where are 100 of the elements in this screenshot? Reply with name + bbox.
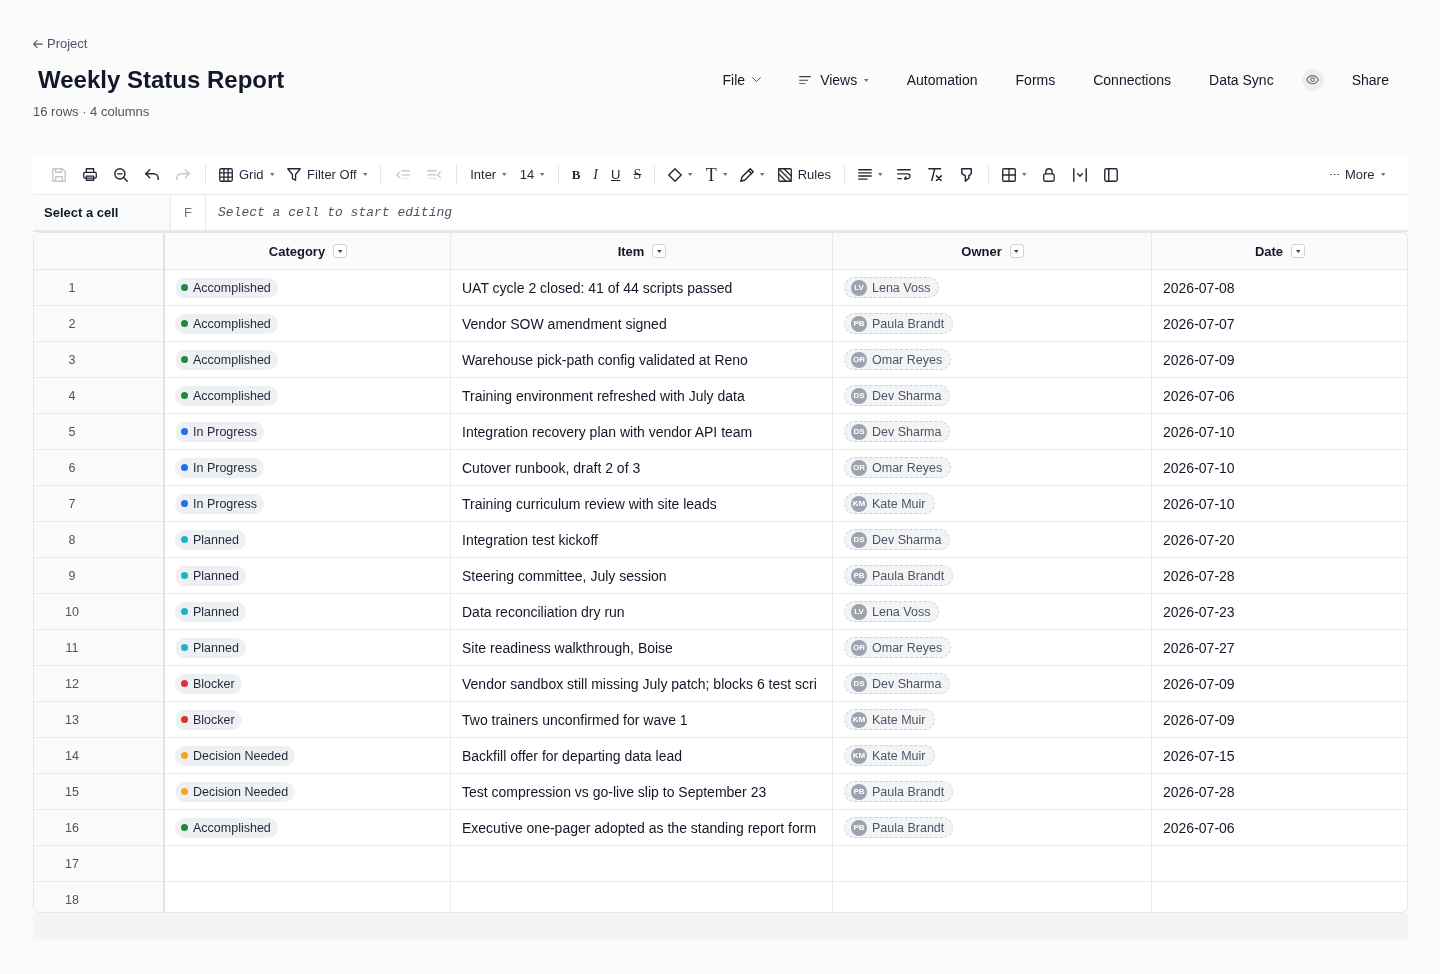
table-cell: Integration recovery plan with vendor API team (451, 414, 833, 450)
status-label: Accomplished (193, 388, 271, 403)
avatar-initials: DS (851, 387, 867, 404)
row-number: 8 (68, 532, 76, 547)
table-cell: 2026-07-28 (1152, 774, 1407, 810)
caret-icon (540, 173, 545, 176)
avatar-initials: LV (851, 279, 867, 296)
owner-name: Omar Reyes (872, 640, 943, 655)
caret-icon (337, 249, 343, 253)
owner-name: Omar Reyes (872, 460, 943, 475)
caret-icon (657, 249, 662, 253)
status-label: Decision Needed (193, 748, 289, 763)
rules-button[interactable]: Rules (772, 160, 836, 189)
font-family-dropdown[interactable]: Inter (465, 160, 512, 189)
owner-name: Dev Sharma (872, 424, 942, 439)
nav-link[interactable]: Forms (996, 65, 1075, 95)
table-cell: Integration test kickoff (451, 522, 833, 558)
italic-button[interactable]: I (588, 160, 603, 189)
caret-icon (864, 78, 869, 82)
table-cell: Vendor sandbox still missing July patch; blocks 6 test scri (451, 666, 833, 702)
nav-link[interactable]: Connections (1074, 65, 1191, 95)
padlock-icon (1043, 167, 1055, 182)
table-cell: Test compression vs go-live slip to September 23 (451, 774, 833, 810)
table-cell: Site readiness walkthrough, Boise (451, 630, 833, 666)
highlighter-icon (960, 167, 972, 182)
status-label: Blocker (193, 712, 235, 727)
row-number: 9 (68, 568, 76, 583)
column-menu-button[interactable] (333, 244, 348, 258)
table-cell: Steering committee, July session (451, 558, 833, 594)
caret-icon (502, 173, 507, 176)
nav-menu-button[interactable]: Views (780, 65, 888, 95)
caret-icon (1022, 173, 1027, 176)
font-size-dropdown[interactable]: 14 (514, 160, 550, 189)
table-cell: Cutover runbook, draft 2 of 3 (451, 450, 833, 486)
back-link[interactable]: Project (33, 35, 88, 53)
side-panel-icon (1103, 167, 1118, 182)
avatar-initials: KM (851, 747, 867, 764)
table-cell: 2026-07-08 (1152, 270, 1407, 306)
status-label: Decision Needed (193, 784, 289, 799)
owner-name: Kate Muir (872, 496, 926, 511)
column-menu-button[interactable] (1009, 244, 1024, 258)
column-menu-button[interactable] (1291, 244, 1306, 258)
preview-button[interactable] (1301, 69, 1324, 91)
nav-link[interactable]: Share (1332, 65, 1408, 95)
view-dropdown[interactable]: Grid (214, 160, 280, 189)
table-cell: Data reconciliation dry run (451, 594, 833, 630)
table-cell: 2026-07-09 (1152, 666, 1407, 702)
owner-name: Lena Voss (872, 280, 931, 295)
owner-name: Lena Voss (872, 604, 931, 619)
hatched-square-icon (777, 167, 792, 182)
owner-name: Paula Brandt (872, 568, 945, 583)
diamond-icon (668, 167, 683, 182)
table-cell: 2026-07-10 (1152, 450, 1407, 486)
underline-button[interactable]: U (606, 160, 626, 189)
avatar-initials: KM (851, 711, 867, 728)
table-cell: Backfill offer for departing data lead (451, 738, 833, 774)
table-cell: 2026-07-06 (1152, 810, 1407, 846)
column-title: Date (1254, 243, 1284, 259)
caret-icon (1380, 173, 1385, 176)
owner-name: Kate Muir (872, 712, 926, 727)
owner-name: Dev Sharma (872, 676, 942, 691)
table-cell: 2026-07-28 (1152, 558, 1407, 594)
formula-input[interactable]: Select a cell to start editing (206, 195, 1408, 232)
avatar-initials: OR (851, 639, 867, 656)
more-button[interactable]: More (1324, 160, 1390, 189)
table-cell: 2026-07-10 (1152, 414, 1407, 450)
nav-link[interactable]: Automation (887, 65, 997, 95)
owner-name: Dev Sharma (872, 532, 942, 547)
arrow-left-icon (33, 39, 43, 49)
caret-icon (722, 173, 728, 176)
table-cell: Warehouse pick-path config validated at Reno (451, 342, 833, 378)
grid-icon (219, 167, 233, 182)
text-color-button[interactable]: T (700, 160, 733, 189)
status-label: Accomplished (193, 820, 271, 835)
owner-name: Kate Muir (872, 748, 926, 763)
row-number: 2 (68, 316, 76, 331)
bold-button[interactable]: B (566, 160, 586, 189)
nav-link[interactable]: Data Sync (1190, 65, 1293, 95)
column-width-icon (1072, 167, 1087, 182)
table-cell: Training curriculum review with site leads (451, 486, 833, 522)
caret-icon (1295, 249, 1301, 253)
status-label: In Progress (193, 424, 257, 439)
caret-icon (760, 173, 765, 176)
column-title: Category (268, 243, 326, 259)
row-number: 1 (68, 280, 76, 295)
avatar-initials: OR (851, 351, 867, 368)
owner-name: Dev Sharma (872, 388, 942, 403)
caret-icon (269, 173, 275, 176)
strikethrough-button[interactable]: S (628, 160, 647, 189)
owner-name: Paula Brandt (872, 316, 945, 331)
owner-name: Paula Brandt (872, 820, 945, 835)
row-number: 12 (65, 676, 79, 691)
row-number: 4 (68, 388, 76, 403)
nav-menu-button[interactable]: File (703, 65, 781, 95)
table-cell: Vendor SOW amendment signed (451, 306, 833, 342)
table-cell: 2026-07-23 (1152, 594, 1407, 630)
avatar-initials: LV (851, 603, 867, 620)
filter-dropdown[interactable]: Filter Off (282, 160, 373, 189)
column-menu-button[interactable] (652, 244, 667, 258)
caret-icon (362, 173, 368, 176)
